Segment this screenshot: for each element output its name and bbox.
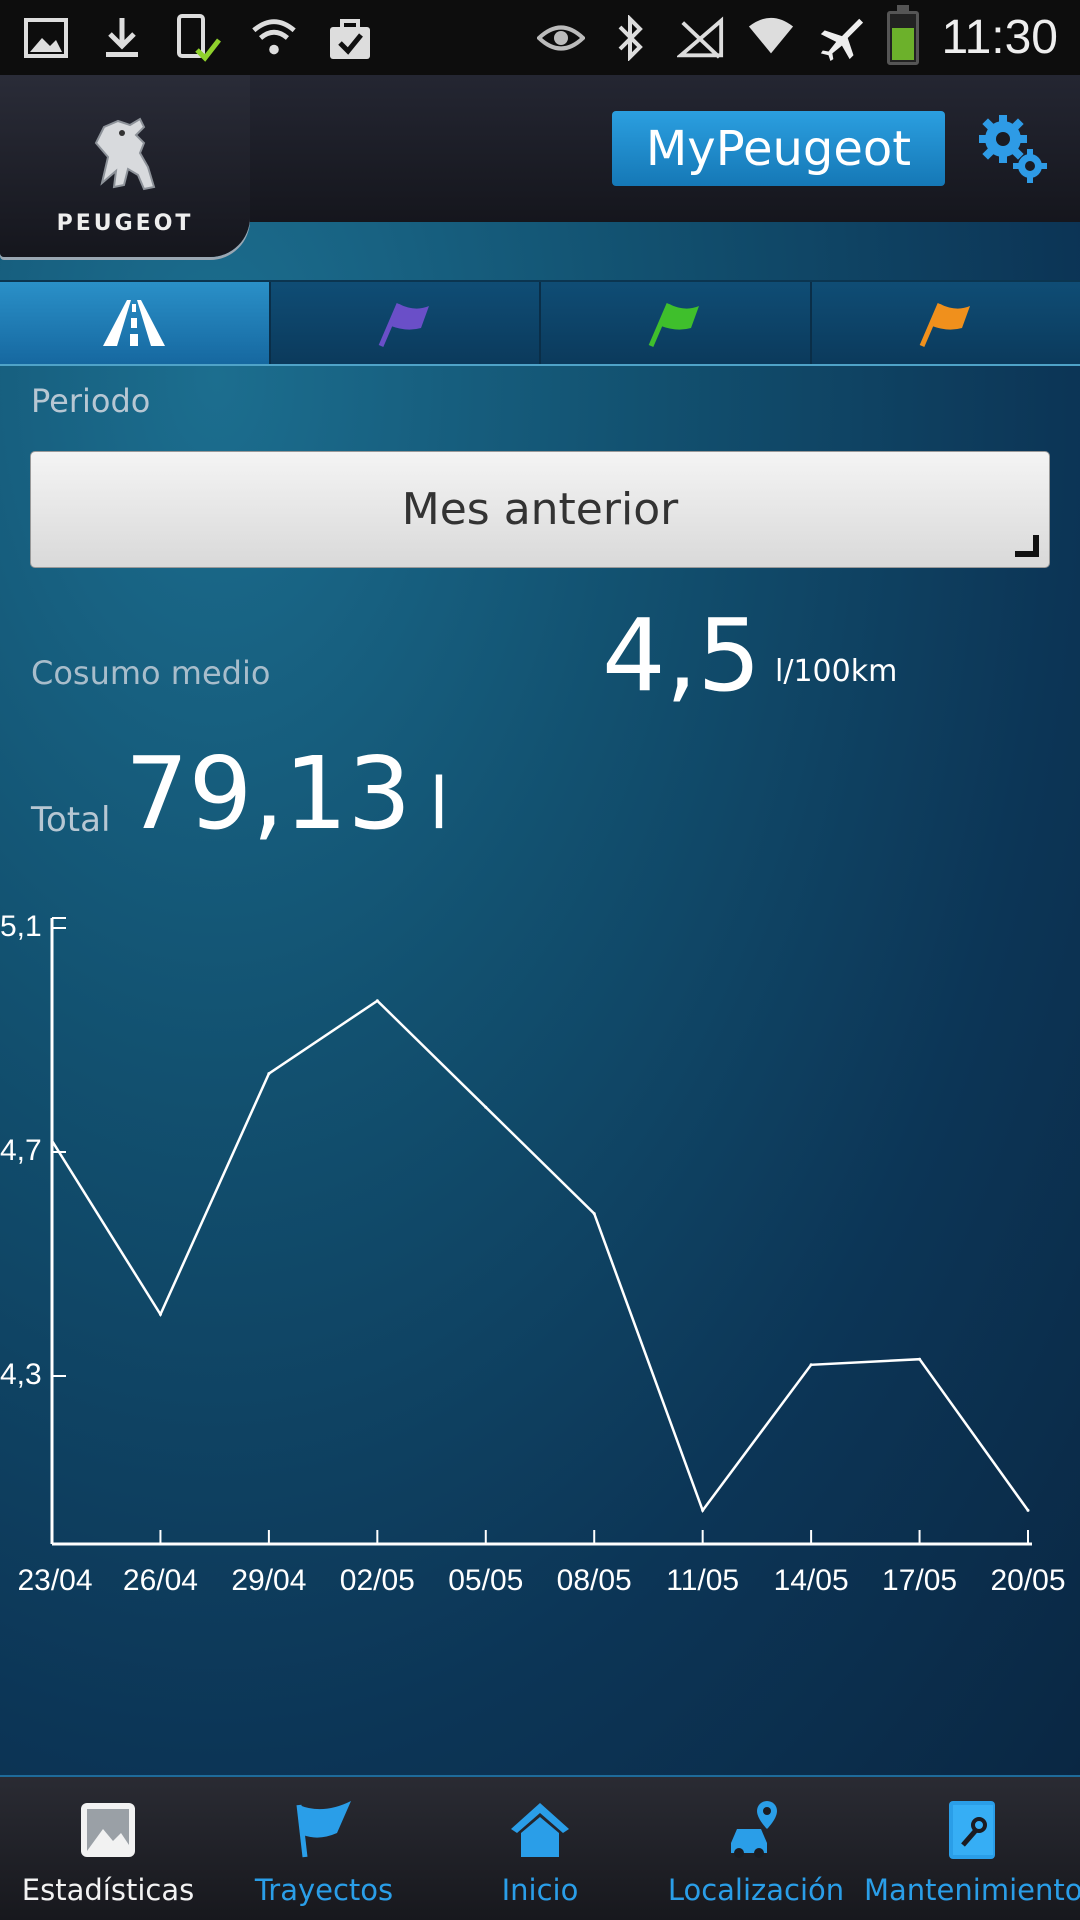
data-point (50, 1139, 54, 1143)
wifi-question-icon (250, 14, 298, 62)
tab-bar (0, 280, 1080, 366)
settings-button[interactable] (975, 111, 1050, 186)
tab-all-trips[interactable] (0, 282, 271, 364)
data-point (158, 1312, 162, 1316)
statistics-content: Periodo Mes anterior Cosumo medio 4,5 l/… (0, 222, 1080, 1775)
nav-statistics[interactable]: Estadísticas (0, 1777, 216, 1920)
average-consumption-label: Cosumo medio (31, 654, 271, 692)
nav-location[interactable]: Localización (648, 1777, 864, 1920)
download-notification-icon (98, 14, 146, 62)
mypeugeot-button[interactable]: MyPeugeot (612, 111, 945, 186)
x-tick-label: 20/05 (990, 1564, 1065, 1597)
data-point (484, 1105, 488, 1109)
nav-maintenance[interactable]: Mantenimiento (864, 1777, 1080, 1920)
x-tick-label: 17/05 (882, 1564, 957, 1597)
nav-trips[interactable]: Trayectos (216, 1777, 432, 1920)
gears-icon (979, 115, 1047, 183)
wifi-icon (747, 14, 795, 62)
orange-flag-icon (919, 303, 970, 347)
statistics-picture-icon (81, 1803, 135, 1857)
total-value: 79,13 l (125, 734, 449, 854)
tab-flag-green[interactable] (541, 282, 812, 364)
car-location-icon (731, 1801, 777, 1858)
nav-home-label: Inicio (501, 1873, 579, 1907)
x-tick-label: 29/04 (231, 1564, 306, 1597)
x-tick-label: 11/05 (666, 1564, 739, 1597)
bluetooth-icon (607, 14, 655, 62)
y-tick-label: 5,1 (0, 910, 42, 943)
road-icon (103, 300, 166, 346)
app-header: PEUGEOT MyPeugeot (0, 75, 1080, 257)
brand-logo-text: PEUGEOT (56, 211, 194, 236)
period-dropdown[interactable]: Mes anterior (30, 451, 1050, 568)
eye-icon (537, 14, 586, 62)
total-unit: l (429, 763, 449, 845)
y-tick-label: 4,7 (0, 1134, 42, 1167)
y-tick-label: 4,3 (0, 1358, 42, 1391)
data-point (1026, 1508, 1030, 1512)
data-point (918, 1357, 922, 1361)
consumption-series-line (50, 999, 1030, 1514)
tab-flag-purple[interactable] (270, 282, 541, 364)
app-screen: 11:30 PEUGEOT MyPeugeot Periodo Mes ante… (0, 0, 1080, 1920)
period-selected-value: Mes anterior (401, 484, 679, 535)
maintenance-wrench-book-icon (949, 1801, 995, 1859)
bottom-navigation: Estadísticas Trayectos Inicio Localizaci… (0, 1775, 1080, 1920)
data-point (592, 1212, 596, 1216)
nav-home[interactable]: Inicio (432, 1777, 648, 1920)
green-flag-icon (648, 303, 700, 347)
total-number: 79,13 (125, 735, 412, 852)
status-time: 11:30 (941, 11, 1058, 64)
trips-flag-icon (296, 1801, 351, 1858)
data-point (375, 999, 379, 1003)
lion-logo-icon (94, 117, 156, 191)
dropdown-corner-icon (1015, 535, 1039, 557)
average-consumption-value: 4,5 (602, 597, 762, 714)
battery-icon (887, 4, 920, 65)
average-consumption-unit: l/100km (775, 654, 898, 689)
nav-maintenance-label: Mantenimiento (864, 1873, 1080, 1907)
brand-logo[interactable]: PEUGEOT (0, 75, 250, 257)
consumption-line-chart: 5,1 4,7 4,3 23/04 26/04 29/04 02/05 05/05 08/05 1… (0, 910, 1066, 1597)
total-label: Total (31, 800, 111, 840)
home-icon (511, 1803, 569, 1857)
status-bar: 11:30 (0, 0, 1080, 75)
x-tick-label: 14/05 (774, 1564, 849, 1597)
x-tick-label: 23/04 (17, 1564, 92, 1597)
device-check-icon (174, 13, 222, 62)
x-tick-label: 08/05 (557, 1564, 632, 1597)
no-signal-icon (677, 14, 725, 62)
purple-flag-icon (378, 303, 429, 347)
nav-trips-label: Trayectos (254, 1873, 394, 1907)
x-tick-label: 05/05 (448, 1564, 523, 1597)
tab-flag-orange[interactable] (811, 282, 1080, 364)
data-point (267, 1072, 271, 1076)
gallery-notification-icon (22, 14, 70, 62)
airplane-icon (817, 14, 865, 62)
period-label: Periodo (31, 382, 151, 420)
shopping-bag-check-icon (326, 14, 374, 62)
nav-statistics-label: Estadísticas (21, 1873, 195, 1907)
x-tick-label: 26/04 (123, 1564, 198, 1597)
x-tick-label: 02/05 (340, 1564, 415, 1597)
data-point (809, 1363, 813, 1367)
nav-location-label: Localización (667, 1873, 845, 1907)
data-point (701, 1508, 705, 1512)
